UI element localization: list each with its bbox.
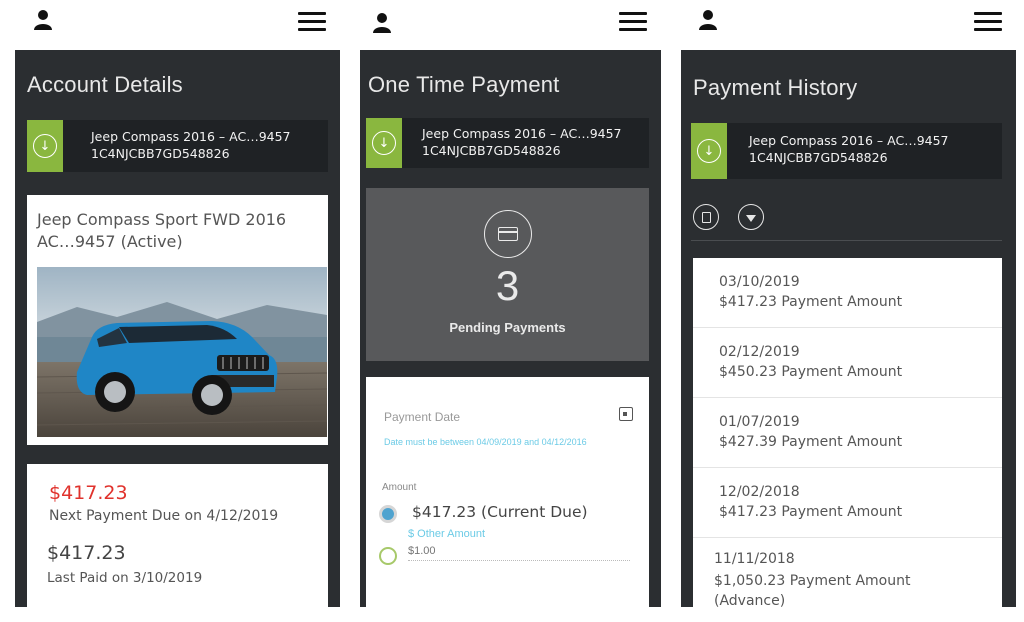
vehicle-vin: 1C4NJCBB7GD548826 bbox=[91, 146, 230, 161]
page-title: One Time Payment bbox=[368, 72, 560, 97]
other-amount-label: $ Other Amount bbox=[408, 528, 486, 540]
last-paid-amount: $417.23 bbox=[47, 542, 126, 564]
payment-date: 02/12/2019 bbox=[719, 344, 800, 360]
export-icon[interactable] bbox=[693, 204, 719, 230]
payment-summary-card: $417.23 Next Payment Due on 4/12/2019 $4… bbox=[27, 464, 328, 607]
date-hint: Date must be between 04/09/2019 and 04/1… bbox=[384, 437, 587, 447]
menu-icon[interactable] bbox=[974, 12, 1002, 32]
divider bbox=[691, 240, 1002, 241]
vehicle-photo bbox=[37, 267, 327, 437]
vehicle-name: Jeep Compass 2016 – AC…9457 bbox=[422, 126, 622, 141]
current-due-option-label[interactable]: $417.23 (Current Due) bbox=[412, 503, 588, 521]
menu-icon[interactable] bbox=[298, 12, 326, 32]
vehicle-name: Jeep Compass 2016 – AC…9457 bbox=[749, 133, 949, 148]
payment-panel: One Time Payment ↓ Jeep Compass 2016 – A… bbox=[360, 50, 661, 607]
download-circle-icon: ↓ bbox=[697, 139, 721, 163]
download-circle-icon: ↓ bbox=[33, 134, 57, 158]
one-time-payment-screen: One Time Payment ↓ Jeep Compass 2016 – A… bbox=[360, 0, 661, 622]
vehicle-vin: 1C4NJCBB7GD548826 bbox=[422, 143, 561, 158]
payment-amount: $417.23 Payment Amount bbox=[719, 504, 903, 520]
pending-payments-summary[interactable]: 3 Pending Payments bbox=[366, 188, 649, 361]
vehicle-dropdown-button[interactable]: ↓ bbox=[691, 123, 727, 179]
payment-form: Payment Date Date must be between 04/09/… bbox=[366, 377, 649, 607]
other-amount-radio[interactable] bbox=[379, 547, 397, 565]
page-title: Payment History bbox=[693, 75, 858, 100]
top-bar bbox=[15, 0, 340, 50]
payment-date: 01/07/2019 bbox=[719, 414, 800, 430]
user-icon[interactable] bbox=[33, 9, 53, 31]
pending-label: Pending Payments bbox=[449, 320, 566, 335]
vehicle-dropdown-button[interactable]: ↓ bbox=[366, 118, 402, 168]
amount-label: Amount bbox=[382, 482, 417, 493]
vehicle-selector[interactable]: ↓ Jeep Compass 2016 – AC…9457 1C4NJCBB7G… bbox=[691, 123, 1002, 179]
vehicle-info: Jeep Compass 2016 – AC…9457 1C4NJCBB7GD5… bbox=[749, 132, 949, 166]
payment-date: 11/11/2018 bbox=[714, 551, 795, 567]
vehicle-selector[interactable]: ↓ Jeep Compass 2016 – AC…9457 1C4NJCBB7G… bbox=[27, 120, 328, 172]
top-bar bbox=[360, 0, 661, 50]
vehicle-info: Jeep Compass 2016 – AC…9457 1C4NJCBB7GD5… bbox=[422, 125, 622, 159]
payment-date-field[interactable]: Payment Date bbox=[384, 410, 460, 424]
vehicle-dropdown-button[interactable]: ↓ bbox=[27, 120, 63, 172]
payment-history-screen: Payment History ↓ Jeep Compass 2016 – AC… bbox=[681, 0, 1016, 622]
download-circle-icon: ↓ bbox=[372, 131, 396, 155]
other-amount-input[interactable] bbox=[408, 541, 630, 561]
pending-count: 3 bbox=[495, 262, 520, 309]
vehicle-selector[interactable]: ↓ Jeep Compass 2016 – AC…9457 1C4NJCBB7G… bbox=[366, 118, 649, 168]
credit-card-icon bbox=[483, 210, 532, 258]
calendar-icon[interactable] bbox=[619, 407, 633, 421]
page-title: Account Details bbox=[27, 72, 183, 97]
list-item[interactable]: 01/07/2019 $427.39 Payment Amount bbox=[693, 398, 1002, 468]
filter-icon[interactable] bbox=[738, 204, 764, 230]
payment-amount: $417.23 Payment Amount bbox=[719, 294, 903, 310]
payment-history-list: 03/10/2019 $417.23 Payment Amount 02/12/… bbox=[693, 258, 1002, 607]
payment-amount: $427.39 Payment Amount bbox=[719, 434, 903, 450]
payment-date: 03/10/2019 bbox=[719, 274, 800, 290]
history-panel: Payment History ↓ Jeep Compass 2016 – AC… bbox=[681, 50, 1016, 607]
list-item[interactable]: 12/02/2018 $417.23 Payment Amount bbox=[693, 468, 1002, 538]
payment-date: 12/02/2018 bbox=[719, 484, 800, 500]
last-paid-label: Last Paid on 3/10/2019 bbox=[47, 570, 203, 586]
vehicle-card: Jeep Compass Sport FWD 2016 AC…9457 (Act… bbox=[27, 195, 328, 445]
vehicle-title: Jeep Compass Sport FWD 2016 AC…9457 (Act… bbox=[37, 210, 287, 251]
list-item[interactable]: 02/12/2019 $450.23 Payment Amount bbox=[693, 328, 1002, 398]
account-details-screen: Account Details ↓ Jeep Compass 2016 – AC… bbox=[15, 0, 340, 622]
payment-amount: $1,050.23 Payment Amount (Advance) bbox=[714, 573, 911, 607]
vehicle-vin: 1C4NJCBB7GD548826 bbox=[749, 150, 888, 165]
payment-amount: $450.23 Payment Amount bbox=[719, 364, 903, 380]
account-panel: Account Details ↓ Jeep Compass 2016 – AC… bbox=[15, 50, 340, 607]
list-item[interactable]: 11/11/2018 $1,050.23 Payment Amount (Adv… bbox=[693, 538, 1002, 607]
list-item[interactable]: 03/10/2019 $417.23 Payment Amount bbox=[693, 258, 1002, 328]
vehicle-name: Jeep Compass 2016 – AC…9457 bbox=[91, 129, 291, 144]
menu-icon[interactable] bbox=[619, 12, 647, 32]
next-payment-amount: $417.23 bbox=[49, 482, 128, 504]
next-payment-label: Next Payment Due on 4/12/2019 bbox=[49, 508, 279, 524]
vehicle-info: Jeep Compass 2016 – AC…9457 1C4NJCBB7GD5… bbox=[91, 128, 291, 162]
current-due-radio[interactable] bbox=[379, 505, 397, 523]
user-icon[interactable] bbox=[372, 12, 392, 34]
user-icon[interactable] bbox=[698, 9, 718, 31]
top-bar bbox=[681, 0, 1016, 50]
